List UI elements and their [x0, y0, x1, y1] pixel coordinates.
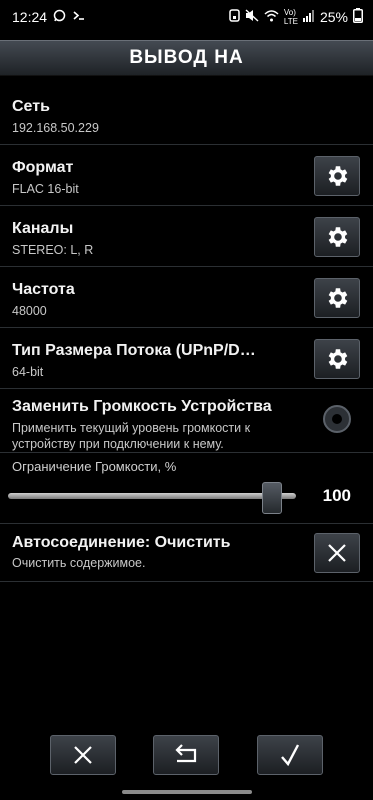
setting-description: Применить текущий уровень громкости к ус… — [12, 421, 251, 451]
setting-value: 192.168.50.229 — [12, 121, 99, 135]
setting-replace-volume[interactable]: Заменить Громкость Устройства Применить … — [0, 389, 373, 453]
setting-label: Сеть — [12, 98, 50, 115]
setting-stream-size[interactable]: Тип Размера Потока (UPnP/D… 64-bit — [0, 328, 373, 389]
gear-icon — [328, 349, 348, 369]
format-settings-button[interactable] — [314, 156, 360, 196]
volume-limit-track[interactable] — [8, 493, 296, 499]
undo-icon — [175, 744, 197, 763]
volume-limit-label: Ограничение Громкости, % — [12, 459, 177, 474]
whatsapp-icon — [53, 9, 66, 25]
volume-limit-row: Ограничение Громкости, % 100 — [0, 453, 373, 524]
volume-limit-value: 100 — [322, 486, 351, 505]
status-time: 12:24 — [12, 9, 48, 25]
checkmark-icon — [281, 744, 300, 767]
confirm-button[interactable] — [257, 735, 323, 775]
stream-size-settings-button[interactable] — [314, 339, 360, 379]
volte-indicator: Vo) LTE — [283, 8, 298, 26]
battery-icon — [353, 8, 363, 26]
gear-icon — [328, 288, 348, 308]
setting-label: Автосоединение: Очистить — [12, 534, 231, 551]
setting-description: Очистить содержимое. — [12, 556, 146, 570]
mute-icon — [245, 9, 259, 25]
signal-icon — [302, 9, 315, 25]
frequency-settings-button[interactable] — [314, 278, 360, 318]
setting-label: Тип Размера Потока (UPnP/D… — [12, 342, 256, 359]
terminal-icon — [72, 9, 85, 25]
setting-frequency[interactable]: Частота 48000 — [0, 267, 373, 328]
setting-value: FLAC 16-bit — [12, 182, 79, 196]
volume-limit-thumb[interactable] — [262, 482, 282, 514]
bottom-action-bar — [0, 735, 373, 777]
setting-label: Заменить Громкость Устройства — [12, 398, 272, 415]
setting-channels[interactable]: Каналы STEREO: L, R — [0, 206, 373, 267]
status-bar: 12:24 Vo) LTE 25% — [0, 0, 373, 34]
alarm-icon — [229, 9, 240, 25]
dialog-title: ВЫВОД НА — [0, 40, 373, 76]
channels-settings-button[interactable] — [314, 217, 360, 257]
close-icon — [328, 544, 346, 562]
home-indicator[interactable] — [122, 790, 252, 794]
settings-list: Сеть 192.168.50.229 Формат FLAC 16-bit К… — [0, 84, 373, 582]
setting-label: Частота — [12, 281, 75, 298]
clear-button[interactable] — [314, 533, 360, 573]
replace-volume-radio[interactable] — [323, 405, 351, 433]
cancel-button[interactable] — [50, 735, 116, 775]
setting-value: STEREO: L, R — [12, 243, 94, 257]
radio-dot — [332, 414, 342, 424]
setting-value: 48000 — [12, 304, 47, 318]
setting-value: 64-bit — [12, 365, 44, 379]
undo-button[interactable] — [153, 735, 219, 775]
wifi-icon — [264, 9, 279, 25]
setting-label: Формат — [12, 159, 74, 176]
gear-icon — [328, 227, 348, 247]
setting-label: Каналы — [12, 220, 74, 237]
close-icon — [74, 746, 92, 764]
setting-format[interactable]: Формат FLAC 16-bit — [0, 145, 373, 206]
battery-percent: 25% — [319, 9, 348, 25]
setting-auto-connect[interactable]: Автосоединение: Очистить Очистить содерж… — [0, 524, 373, 582]
gear-icon — [328, 166, 348, 186]
setting-network[interactable]: Сеть 192.168.50.229 — [0, 84, 373, 145]
